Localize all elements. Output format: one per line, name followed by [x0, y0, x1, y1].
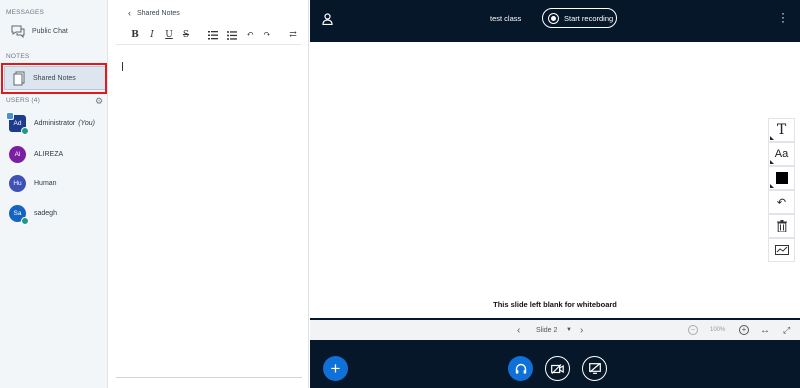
notes-toolbar: B I U S ↶ ↷ ⇄ [131, 28, 306, 42]
editor-footer-line [116, 377, 302, 378]
next-slide-icon[interactable]: › [580, 325, 583, 336]
user-name: Administrator [34, 120, 76, 127]
gear-icon[interactable]: ⚙ [95, 96, 103, 107]
webcam-button[interactable] [545, 356, 570, 381]
chat-icon [8, 24, 28, 38]
notes-header[interactable]: ‹ Shared Notes [128, 8, 180, 18]
user-role: (You) [78, 120, 95, 127]
messages-section-title: MESSAGES [6, 9, 45, 16]
user-list-item[interactable]: Sa sadegh [9, 205, 57, 225]
avatar: Al [9, 146, 26, 163]
public-chat-item[interactable]: Public Chat [4, 19, 106, 43]
font-size-icon[interactable]: Aa [768, 142, 795, 166]
action-bar: + [310, 344, 800, 388]
top-bar: test class Start recording · · · [310, 0, 800, 40]
shared-notes-panel: ‹ Shared Notes B I U S ↶ ↷ ⇄ [108, 0, 309, 388]
presentation-area: test class Start recording · · · This slid… [310, 0, 800, 388]
zoom-out-icon[interactable]: − [688, 325, 698, 335]
start-recording-button[interactable]: Start recording [542, 8, 617, 28]
user-list-item[interactable]: Ad Administrator (You) [6, 112, 95, 135]
caret-down-icon[interactable]: ▼ [566, 327, 572, 333]
zoom-in-icon[interactable]: + [739, 325, 749, 335]
user-list-item[interactable]: Al ALIREZA [9, 146, 63, 163]
record-label: Start recording [564, 13, 614, 23]
text-tool-icon[interactable]: T [768, 118, 795, 142]
fit-width-icon[interactable]: ↔ [760, 325, 770, 336]
notes-section-title: NOTES [6, 53, 30, 60]
redo-icon[interactable]: ↷ [263, 30, 271, 40]
chevron-left-icon[interactable]: ‹ [128, 8, 131, 18]
user-icon[interactable] [322, 13, 333, 25]
slide-navigation-bar: ‹ Slide 2 ▼ › − 100% + ↔ ⤢ [310, 320, 800, 340]
meeting-title: test class [490, 14, 522, 23]
user-name: Human [34, 180, 57, 187]
strikethrough-button[interactable]: S [182, 30, 190, 40]
webcam-off-icon [551, 363, 564, 374]
notes-title: Shared Notes [137, 9, 180, 17]
multi-user-whiteboard-icon[interactable] [768, 238, 795, 262]
text-caret[interactable] [122, 62, 123, 71]
avatar: Sa [9, 205, 29, 225]
public-chat-label: Public Chat [32, 27, 68, 35]
presenter-icon [6, 112, 14, 120]
bold-button[interactable]: B [131, 30, 139, 40]
user-name: sadegh [34, 210, 57, 217]
headphones-icon [515, 363, 526, 374]
more-options-icon[interactable]: · · · [780, 7, 786, 27]
user-list-item[interactable]: Hu Human [9, 175, 57, 192]
screenshare-button[interactable] [582, 356, 607, 381]
user-name: ALIREZA [34, 151, 64, 158]
headphones-button[interactable] [508, 356, 533, 381]
color-picker-icon[interactable] [768, 166, 795, 190]
record-icon [548, 12, 559, 24]
italic-button[interactable]: I [148, 30, 156, 40]
fullscreen-icon[interactable]: ⤢ [783, 325, 790, 336]
toolbar-divider [116, 44, 302, 45]
slide-select[interactable]: Slide 2 [536, 327, 557, 334]
voice-icon [21, 217, 29, 225]
prev-slide-icon[interactable]: ‹ [517, 325, 520, 336]
underline-button[interactable]: U [165, 30, 173, 40]
undo-icon[interactable]: ↶ [246, 30, 254, 40]
voice-icon [21, 127, 29, 135]
whiteboard-slide[interactable]: This slide left blank for whiteboard T A… [310, 42, 800, 318]
user-list-panel: MESSAGES Public Chat NOTES Shared Notes … [0, 0, 108, 388]
actions-plus-button[interactable]: + [323, 356, 348, 381]
selection-highlight [1, 63, 107, 94]
bullet-list-icon[interactable] [227, 30, 237, 40]
undo-annotation-icon[interactable]: ↶ [768, 190, 795, 214]
ordered-list-icon[interactable] [208, 30, 218, 40]
avatar: Ad [6, 112, 29, 135]
trash-icon[interactable] [768, 214, 795, 238]
zoom-level: 100% [710, 327, 726, 333]
whiteboard-toolbar: T Aa ↶ [768, 118, 795, 262]
slide-caption: This slide left blank for whiteboard [493, 300, 617, 309]
screenshare-off-icon [588, 363, 601, 374]
clear-formatting-icon[interactable]: ⇄ [289, 30, 297, 40]
avatar: Hu [9, 175, 26, 192]
users-section-title: USERS (4) [6, 97, 40, 104]
